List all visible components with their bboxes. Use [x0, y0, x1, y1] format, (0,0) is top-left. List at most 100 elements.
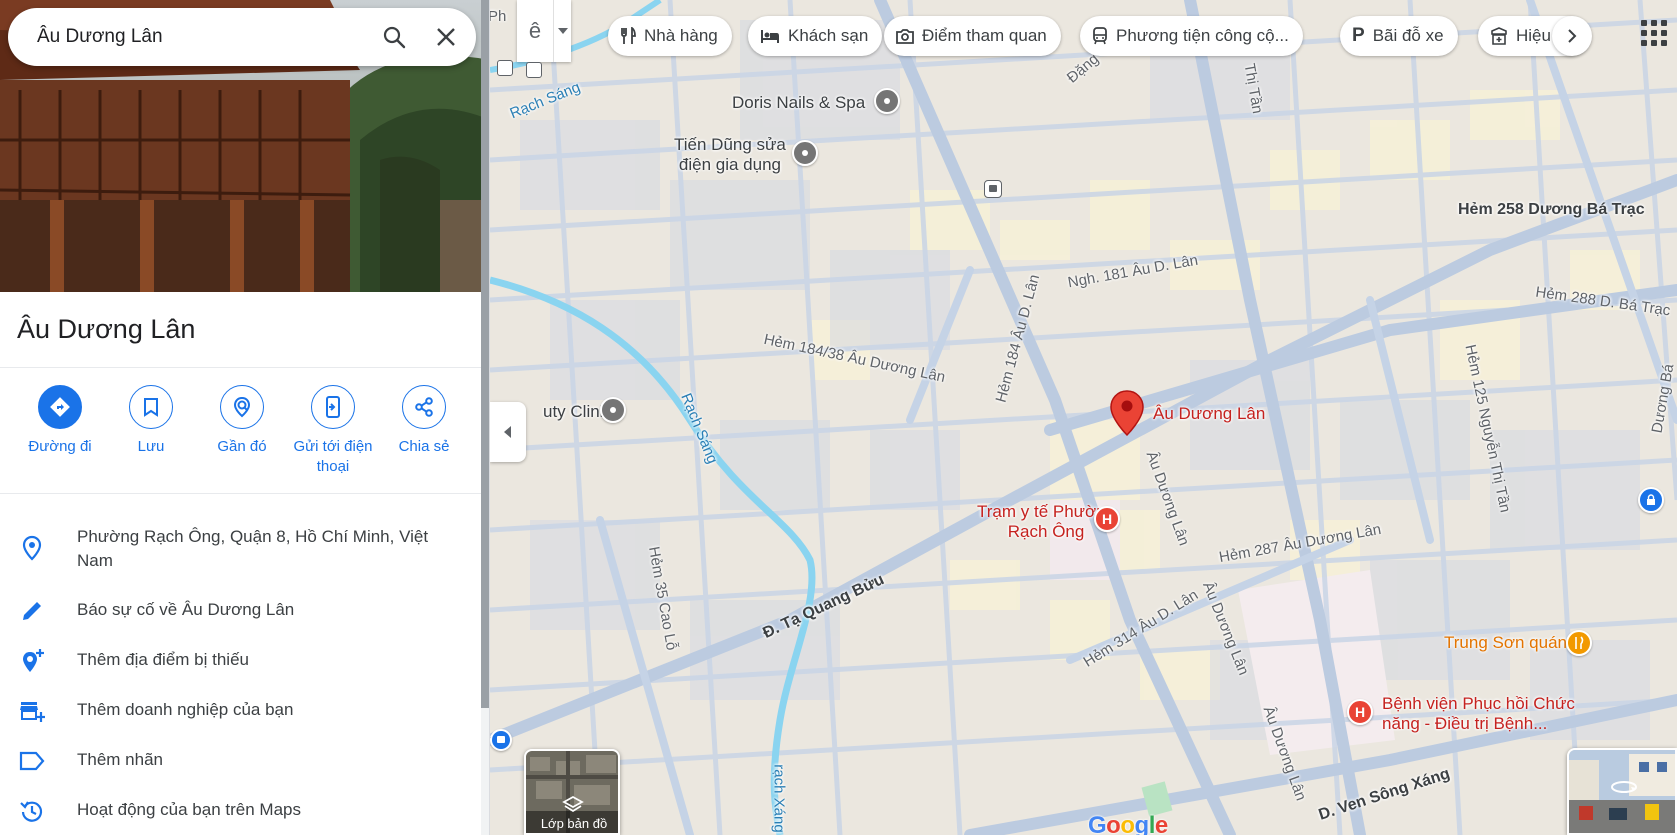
chip-parking[interactable]: P Bãi đỗ xe — [1340, 16, 1458, 56]
poi-marker-tien-dung[interactable] — [792, 140, 818, 166]
bookmark-icon — [144, 398, 158, 417]
directions-button[interactable]: Đường đi — [13, 385, 107, 457]
poi-marker-blue[interactable] — [1638, 487, 1664, 513]
pencil-icon — [23, 602, 41, 620]
layers-label: Lớp bản đồ — [540, 816, 608, 831]
scrollbar-thumb[interactable] — [481, 0, 489, 708]
parking-icon: P — [1352, 25, 1365, 46]
directions-circle — [38, 385, 82, 429]
save-label: Lưu — [137, 438, 165, 455]
pin-icon — [802, 150, 808, 156]
chip-restaurants[interactable]: Nhà hàng — [608, 16, 732, 56]
divider — [0, 367, 489, 368]
nearby-button[interactable]: Gần đó — [195, 385, 289, 457]
apps-dot — [1641, 20, 1647, 26]
input-tool-glyph[interactable]: ê — [517, 0, 553, 62]
nearby-circle — [220, 385, 264, 429]
send-to-phone-button[interactable]: Gửi tới điện thoại — [286, 385, 380, 477]
road-label: Hẻm 258 Dương Bá Trạc — [1458, 201, 1645, 218]
poi-label-rehab-hospital[interactable]: Bệnh viện Phục hồi Chức năng - Điều trị … — [1382, 694, 1575, 734]
bus-stop-marker[interactable] — [984, 180, 1002, 198]
address-text: Phường Rạch Ông, Quận 8, Hồ Chí Minh, Vi… — [77, 527, 429, 570]
hospital-marker[interactable]: H — [1347, 699, 1373, 725]
river-label: rạch Xáng — [770, 764, 788, 833]
poi-label-trung-son[interactable]: Trung Sơn quán — [1444, 633, 1567, 653]
poi-label-doris[interactable]: Doris Nails & Spa — [732, 93, 865, 113]
share-circle — [402, 385, 446, 429]
apps-dot — [1661, 20, 1667, 26]
chip-attractions[interactable]: Điểm tham quan — [884, 16, 1061, 56]
chip-label: Bãi đỗ xe — [1372, 26, 1444, 45]
apps-dot — [1641, 30, 1647, 36]
fork-knife-icon — [1575, 636, 1584, 649]
apps-dot — [1651, 40, 1657, 46]
search-box[interactable]: Âu Dương Lân — [8, 8, 476, 66]
lock-icon — [1647, 494, 1655, 505]
place-title: Âu Dương Lân — [17, 314, 196, 344]
google-apps-button[interactable] — [1639, 18, 1669, 48]
label-icon — [19, 751, 45, 771]
share-label: Chia sẻ — [398, 438, 450, 455]
chip-label: Khách sạn — [788, 26, 869, 45]
collapse-panel-button[interactable] — [490, 402, 526, 462]
map-canvas[interactable]: Rạch Sáng Rạch Sáng rạch Xáng Ph Doris N… — [490, 0, 1677, 835]
transit-marker[interactable] — [490, 729, 512, 751]
poi-label-line: Bệnh viện Phục hồi Chức — [1382, 694, 1575, 713]
street-view-preview[interactable] — [1567, 748, 1677, 835]
chip-label: Phương tiện công cộ... — [1116, 26, 1289, 45]
hospital-marker[interactable]: H — [1094, 506, 1120, 532]
search-button[interactable] — [372, 15, 416, 59]
rotate-360-icon — [1611, 781, 1637, 793]
bus-stop-marker[interactable] — [526, 62, 542, 78]
report-issue-text: Báo sự cố về Âu Dương Lân — [77, 600, 295, 619]
google-logo: Google — [1088, 812, 1168, 835]
add-business-icon — [20, 702, 45, 722]
poi-label-line: Rạch Ông — [1007, 522, 1085, 541]
poi-marker-doris[interactable] — [874, 88, 900, 114]
save-button[interactable]: Lưu — [104, 385, 198, 457]
poi-label-tien-dung[interactable]: Tiến Dũng sửa điện gia dụng — [674, 135, 786, 175]
send-to-phone-icon — [326, 396, 340, 418]
bus-stop-marker[interactable] — [497, 60, 513, 76]
caret-left-icon — [504, 426, 511, 438]
maps-activity-text: Hoạt động của bạn trên Maps — [77, 800, 301, 819]
directions-icon — [50, 397, 70, 417]
add-business-text: Thêm doanh nghiệp của bạn — [77, 700, 294, 719]
add-missing-place-text: Thêm địa điểm bị thiếu — [77, 650, 249, 669]
close-icon — [437, 28, 455, 46]
clear-search-button[interactable] — [424, 15, 468, 59]
hotel-icon — [761, 30, 779, 43]
chip-hotels[interactable]: Khách sạn — [748, 16, 883, 56]
maps-app: Âu Dương Lân Âu Dương Lân Đường đi Lưu G… — [0, 0, 1677, 835]
pharmacy-icon — [1491, 27, 1507, 45]
red-pin-icon — [1110, 390, 1144, 437]
panel-scrollbar[interactable] — [481, 0, 489, 835]
caret-down-icon — [557, 28, 568, 34]
input-tool-dropdown[interactable] — [553, 0, 571, 62]
apps-dot — [1651, 20, 1657, 26]
selected-place-pin[interactable] — [1109, 389, 1145, 437]
bus-icon — [989, 185, 997, 192]
chip-label: Nhà hàng — [644, 26, 718, 45]
chip-label: Hiệu — [1516, 26, 1551, 45]
layers-button[interactable]: Lớp bản đồ — [524, 749, 620, 835]
chip-transit[interactable]: Phương tiện công cộ... — [1080, 16, 1303, 56]
add-label-text: Thêm nhãn — [77, 750, 163, 769]
pin-icon — [610, 407, 616, 413]
selected-place-label[interactable]: Âu Dương Lân — [1153, 404, 1265, 424]
save-circle — [129, 385, 173, 429]
poi-marker-restaurant[interactable] — [1566, 630, 1592, 656]
input-tools-toggle[interactable]: ê — [517, 0, 571, 62]
search-icon — [383, 26, 406, 49]
share-button[interactable]: Chia sẻ — [377, 385, 471, 457]
send-to-phone-label: Gửi tới điện thoại — [293, 438, 373, 475]
place-panel: Âu Dương Lân Âu Dương Lân Đường đi Lưu G… — [0, 0, 490, 835]
chips-scroll-right-button[interactable] — [1552, 16, 1592, 56]
share-icon — [415, 397, 433, 417]
pin-icon — [884, 98, 890, 104]
poi-marker-clinic[interactable] — [600, 397, 626, 423]
apps-dot — [1661, 40, 1667, 46]
layers-icon — [562, 795, 584, 813]
poi-label-line: Tiến Dũng sửa — [674, 135, 786, 154]
search-input[interactable]: Âu Dương Lân — [37, 26, 372, 48]
